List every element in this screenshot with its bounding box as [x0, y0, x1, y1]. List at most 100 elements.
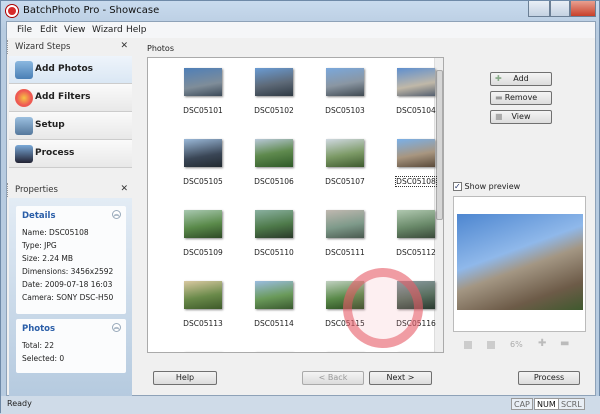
window-title: BatchPhoto Pro - Showcase [23, 5, 160, 16]
photo-label[interactable]: DSC05111 [310, 248, 380, 257]
show-preview-label: Show preview [464, 182, 521, 191]
photos-selected: Selected: 0 [22, 354, 65, 363]
photo-thumbnail[interactable] [255, 139, 293, 167]
menu-wizard[interactable]: Wizard [92, 25, 123, 35]
photo-label[interactable]: DSC05108 [395, 176, 437, 187]
photo-label[interactable]: DSC05105 [168, 177, 238, 186]
main-area: File Edit View Wizard Help Wizard Steps ✕… [6, 21, 596, 397]
photo-thumbnail[interactable] [255, 210, 293, 238]
menu-bar: File Edit View Wizard Help [7, 22, 595, 38]
maximize-button[interactable] [550, 1, 570, 17]
photo-thumbnail[interactable] [326, 68, 364, 96]
photo-thumbnail[interactable] [184, 210, 222, 238]
properties-title: Properties [15, 185, 58, 195]
preview-image [457, 214, 583, 310]
add-label: Add [513, 74, 529, 83]
add-filters-icon [15, 89, 33, 107]
step-setup[interactable]: Setup [9, 112, 132, 140]
detail-date: Date: 2009-07-18 16:03 [22, 280, 113, 289]
photo-thumbnail[interactable] [255, 281, 293, 309]
step-add-filters[interactable]: Add Filters [9, 84, 132, 112]
properties-header: Properties ✕ [7, 183, 132, 197]
photo-thumbnail[interactable] [184, 139, 222, 167]
actual-size-icon[interactable] [487, 341, 495, 349]
photos-label: Photos [147, 44, 174, 53]
step-process[interactable]: Process [9, 140, 132, 168]
view-button[interactable]: ■ View [490, 110, 552, 124]
photo-label[interactable]: DSC05107 [310, 177, 380, 186]
details-title: Details [22, 211, 56, 221]
photo-thumbnail[interactable] [326, 139, 364, 167]
photo-thumbnail[interactable] [326, 352, 364, 353]
process-button[interactable]: Process [518, 371, 580, 385]
photo-thumbnail[interactable] [184, 281, 222, 309]
photo-thumbnail[interactable] [184, 68, 222, 96]
close-window-button[interactable] [570, 1, 596, 17]
scrollbar-thumb[interactable] [436, 70, 443, 220]
click-highlight [343, 268, 423, 348]
photo-label[interactable]: DSC05109 [168, 248, 238, 257]
detail-name: Name: DSC05108 [22, 228, 89, 237]
photo-label[interactable]: DSC05114 [239, 319, 309, 328]
photo-thumbnail[interactable] [326, 210, 364, 238]
photo-label[interactable]: DSC05113 [168, 319, 238, 328]
wizard-steps-title: Wizard Steps [15, 42, 71, 52]
properties-panel: Details ︽ Name: DSC05108 Type: JPG Size:… [9, 198, 132, 397]
fit-icon[interactable] [464, 341, 472, 349]
photo-label[interactable]: DSC05110 [239, 248, 309, 257]
zoom-out-icon[interactable]: ▬ [560, 338, 569, 349]
photo-label[interactable]: DSC05112 [381, 248, 443, 257]
scrollbar[interactable] [434, 58, 443, 352]
photo-thumbnail[interactable] [397, 210, 435, 238]
minimize-button[interactable] [528, 1, 550, 17]
step-label: Process [35, 148, 75, 158]
preview-box [453, 196, 586, 332]
step-add-photos[interactable]: Add Photos [9, 56, 132, 84]
menu-file[interactable]: File [17, 25, 32, 35]
add-button[interactable]: ✚ Add [490, 72, 552, 86]
detail-dimensions: Dimensions: 3456x2592 [22, 267, 114, 276]
photo-label[interactable]: DSC05106 [239, 177, 309, 186]
photos-total: Total: 22 [22, 341, 54, 350]
checkbox-icon[interactable]: ✓ [453, 182, 462, 191]
detail-type: Type: JPG [22, 241, 57, 250]
collapse-icon[interactable]: ︽ [112, 323, 121, 332]
photos-card: Photos ︽ Total: 22 Selected: 0 [16, 319, 126, 373]
step-label: Add Filters [35, 92, 91, 102]
photo-thumbnail[interactable] [397, 352, 435, 353]
photo-label[interactable]: DSC05103 [310, 106, 380, 115]
zoom-in-icon[interactable]: ✚ [538, 338, 546, 349]
photo-label[interactable]: DSC05104 [381, 106, 443, 115]
photo-label[interactable]: DSC05102 [239, 106, 309, 115]
view-label: View [511, 112, 531, 121]
next-button[interactable]: Next > [369, 371, 432, 385]
photo-thumbnail[interactable] [184, 352, 222, 353]
detail-camera: Camera: SONY DSC-H50 [22, 293, 114, 302]
menu-view[interactable]: View [64, 25, 85, 35]
num-indicator: NUM [534, 398, 559, 410]
process-icon [15, 145, 33, 163]
photo-label[interactable]: DSC05101 [168, 106, 238, 115]
close-icon[interactable]: ✕ [120, 41, 128, 51]
photo-thumbnail[interactable] [397, 139, 435, 167]
step-label: Add Photos [35, 64, 94, 74]
menu-help[interactable]: Help [126, 25, 147, 35]
app-logo-icon [6, 5, 18, 17]
photo-thumbnail[interactable] [397, 68, 435, 96]
show-preview-checkbox[interactable]: ✓ Show preview [453, 182, 520, 191]
detail-size: Size: 2.24 MB [22, 254, 74, 263]
photo-grid[interactable]: DSC05101 DSC05102 DSC05103 DSC05104 DSC05105… [147, 57, 444, 353]
back-button[interactable]: < Back [302, 371, 364, 385]
remove-button[interactable]: ▬ Remove [490, 91, 552, 105]
menu-edit[interactable]: Edit [40, 25, 57, 35]
photo-thumbnail[interactable] [255, 352, 293, 353]
photo-thumbnail[interactable] [255, 68, 293, 96]
help-button[interactable]: Help [153, 371, 217, 385]
zoom-level: 6% [510, 340, 523, 349]
close-icon[interactable]: ✕ [120, 184, 128, 194]
collapse-icon[interactable]: ︽ [112, 210, 121, 219]
status-bar: Ready CAP NUM SCRL [1, 396, 600, 414]
status-text: Ready [7, 399, 32, 408]
app-window: BatchPhoto Pro - Showcase File Edit View… [0, 0, 600, 414]
remove-label: Remove [504, 93, 538, 102]
